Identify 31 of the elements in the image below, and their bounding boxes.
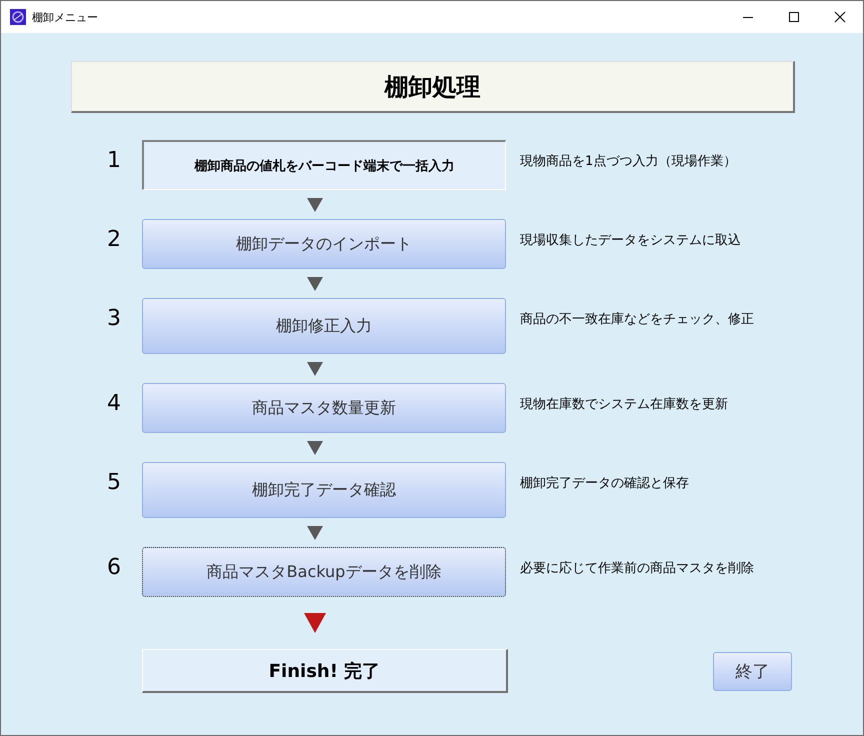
close-icon[interactable] — [834, 11, 846, 23]
down-arrow-icon — [304, 613, 326, 633]
step-button[interactable]: 棚卸データのインポート — [142, 219, 506, 269]
step-number: 3 — [106, 305, 122, 331]
finish-button[interactable]: Finish! 完了 — [142, 649, 508, 693]
step-description: 現物在庫数でシステム在庫数を更新 — [520, 396, 728, 413]
app-icon — [10, 9, 26, 25]
close-button[interactable]: 終了 — [713, 652, 792, 690]
step-number: 4 — [106, 390, 122, 416]
step-number: 2 — [106, 226, 122, 252]
step-description: 現物商品を1点づつ入力（現場作業） — [520, 153, 736, 170]
down-arrow-icon — [307, 198, 323, 212]
step-label: 棚卸商品の値札をバーコード端末で一括入力 — [142, 140, 506, 190]
step-description: 商品の不一致在庫などをチェック、修正 — [520, 311, 754, 328]
header-banner: 棚卸処理 — [71, 61, 795, 113]
step-number: 1 — [106, 147, 122, 173]
step-button[interactable]: 商品マスタBackupデータを削除 — [142, 547, 506, 597]
step-button[interactable]: 商品マスタ数量更新 — [142, 383, 506, 433]
step-description: 必要に応じて作業前の商品マスタを削除 — [520, 560, 754, 577]
window-title: 棚卸メニュー — [32, 10, 98, 24]
step-number: 5 — [106, 469, 122, 495]
step-number: 6 — [106, 554, 122, 580]
step-description: 棚卸完了データの確認と保存 — [520, 475, 689, 492]
down-arrow-icon — [307, 362, 323, 376]
step-description: 現場収集したデータをシステムに取込 — [520, 232, 741, 249]
down-arrow-icon — [307, 276, 323, 290]
step-button[interactable]: 棚卸完了データ確認 — [142, 462, 506, 518]
down-arrow-icon — [307, 440, 323, 454]
maximize-icon[interactable] — [788, 11, 800, 23]
step-button[interactable]: 棚卸修正入力 — [142, 298, 506, 354]
down-arrow-icon — [307, 526, 323, 540]
